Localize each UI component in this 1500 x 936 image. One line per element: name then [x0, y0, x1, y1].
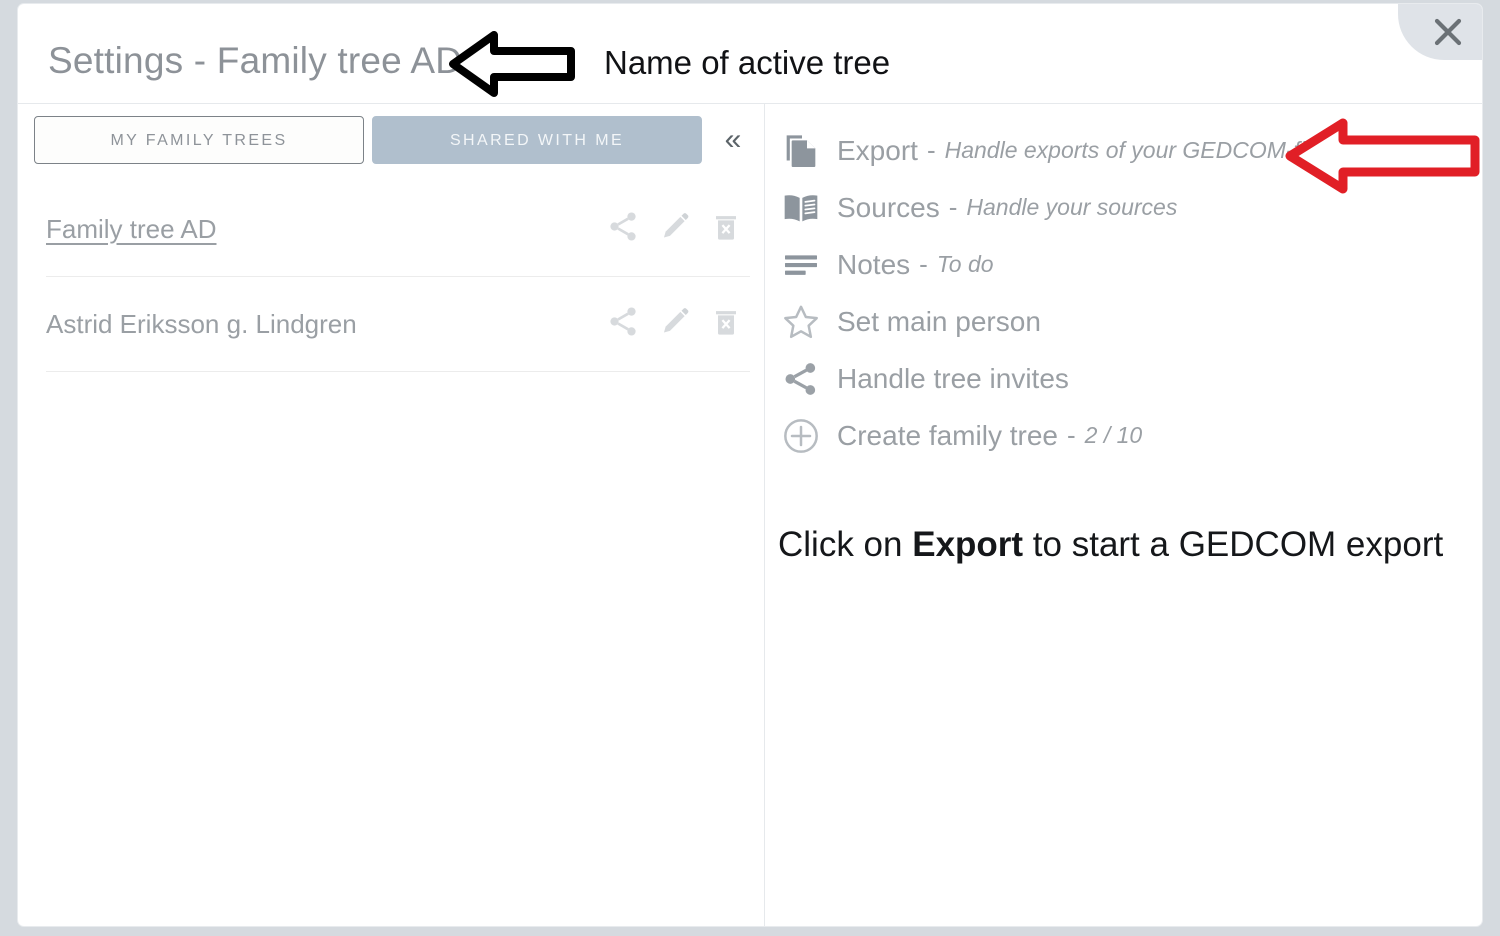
chevron-double-left-icon[interactable]: «	[712, 116, 754, 164]
edit-icon[interactable]	[658, 210, 692, 249]
instruction-suffix: to start a GEDCOM export	[1023, 525, 1444, 564]
list-lines-icon	[781, 245, 837, 285]
menu-separator: -	[948, 192, 958, 222]
settings-menu: Export - Handle exports of your GEDCOM-f…	[776, 122, 1472, 464]
table-row[interactable]: Family tree AD	[46, 182, 750, 277]
menu-separator: -	[926, 135, 936, 165]
close-icon[interactable]	[1426, 10, 1470, 54]
share-icon[interactable]	[606, 210, 640, 249]
menu-sublabel: To do	[936, 251, 994, 277]
tree-name-link[interactable]: Astrid Eriksson g. Lindgren	[46, 309, 357, 340]
tree-list: Family tree AD Astrid Eriksson g. Lindgr…	[46, 182, 750, 372]
table-row[interactable]: Astrid Eriksson g. Lindgren	[46, 277, 750, 372]
edit-icon[interactable]	[658, 305, 692, 344]
family-trees-pane: MY FAMILY TREES SHARED WITH ME « Family …	[18, 104, 765, 926]
delete-icon[interactable]	[710, 211, 742, 248]
menu-item-create-family-tree[interactable]: Create family tree - 2 / 10	[776, 407, 1472, 464]
menu-label: Handle tree invites	[837, 362, 1069, 394]
share-icon	[781, 359, 837, 399]
menu-label: Notes	[837, 248, 911, 280]
menu-separator: -	[919, 249, 928, 279]
tab-shared-with-me[interactable]: SHARED WITH ME	[372, 116, 702, 164]
tab-my-family-trees[interactable]: MY FAMILY TREES	[34, 116, 364, 164]
row-actions	[606, 305, 742, 344]
page-title: Settings - Family tree AD	[48, 40, 463, 81]
menu-item-notes[interactable]: Notes - To do	[776, 236, 1472, 293]
row-actions	[606, 210, 742, 249]
menu-label: Export	[837, 134, 918, 166]
tab-bar: MY FAMILY TREES SHARED WITH ME «	[34, 116, 754, 164]
menu-label: Set main person	[837, 305, 1041, 337]
settings-dialog: Settings - Family tree AD MY FAMILY TREE…	[18, 4, 1482, 926]
menu-item-set-main-person[interactable]: Set main person	[776, 293, 1472, 350]
instruction-bold: Export	[912, 525, 1024, 564]
tree-name-link[interactable]: Family tree AD	[46, 214, 217, 245]
title-annotation-text: Name of active tree	[604, 44, 891, 81]
instruction-annotation: Click on Export to start a GEDCOM export	[778, 525, 1443, 565]
menu-sublabel: Handle your sources	[966, 194, 1178, 220]
delete-icon[interactable]	[710, 306, 742, 343]
menu-item-handle-tree-invites[interactable]: Handle tree invites	[776, 350, 1472, 407]
menu-item-sources[interactable]: Sources - Handle your sources	[776, 179, 1472, 236]
copy-documents-icon	[781, 131, 837, 171]
settings-menu-pane: Export - Handle exports of your GEDCOM-f…	[766, 104, 1482, 926]
menu-item-export[interactable]: Export - Handle exports of your GEDCOM-f…	[776, 122, 1472, 179]
star-icon	[781, 302, 837, 342]
menu-label: Sources	[837, 191, 940, 223]
screen-root: Settings - Family tree AD MY FAMILY TREE…	[0, 0, 1500, 936]
open-book-icon	[781, 188, 837, 228]
share-icon[interactable]	[606, 305, 640, 344]
menu-separator: -	[1066, 420, 1076, 450]
menu-sublabel: 2 / 10	[1084, 422, 1143, 448]
menu-sublabel: Handle exports of your GEDCOM-file	[944, 137, 1323, 163]
plus-circle-icon	[781, 416, 837, 456]
menu-label: Create family tree	[837, 419, 1058, 451]
instruction-prefix: Click on	[778, 525, 913, 564]
